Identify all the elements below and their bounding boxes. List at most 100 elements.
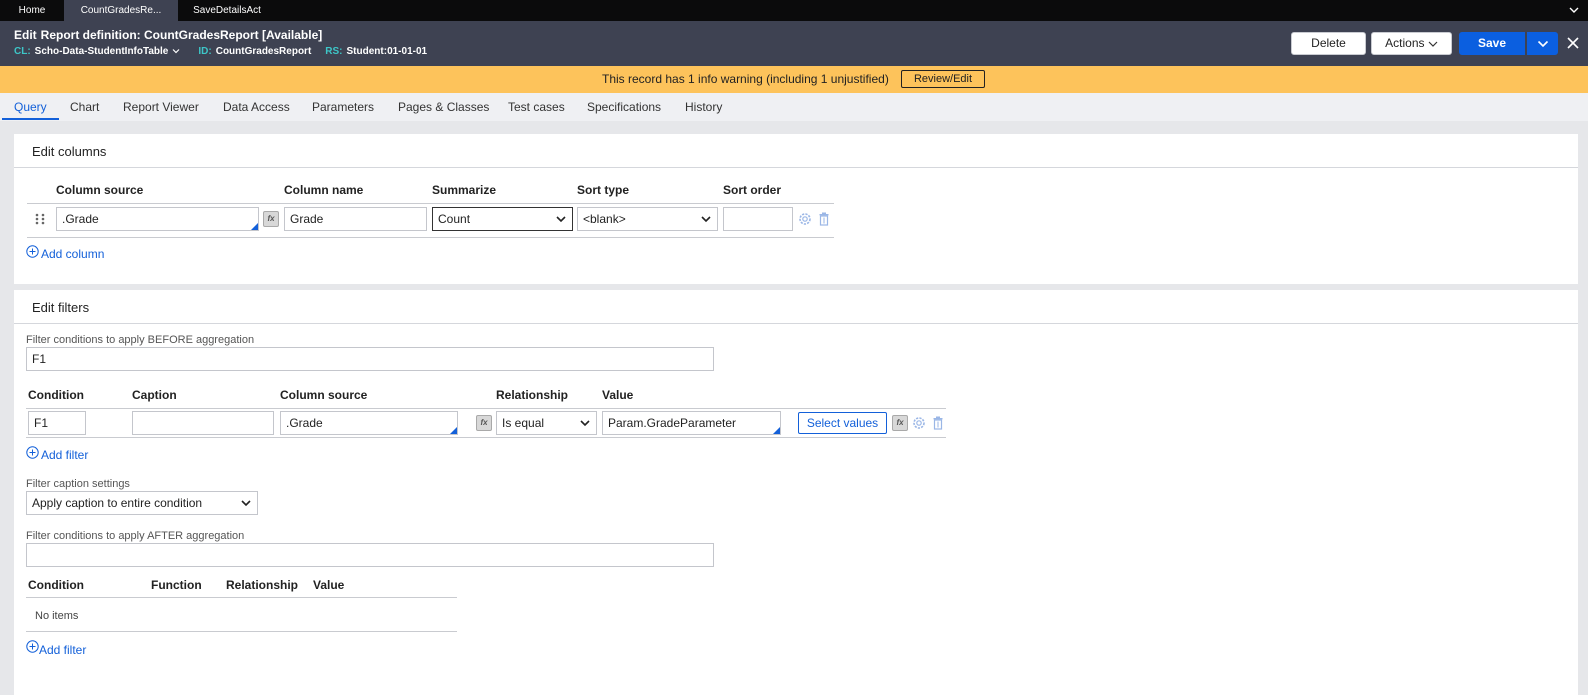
summarize-header: Summarize xyxy=(432,183,497,197)
after-function-header: Function xyxy=(151,578,202,592)
edit-columns-heading: Edit columns xyxy=(32,144,107,159)
sort-type-select[interactable]: <blank> xyxy=(577,207,718,231)
add-circle-icon[interactable] xyxy=(26,446,39,459)
chevron-down-icon xyxy=(241,500,251,507)
drag-handle-icon[interactable] xyxy=(34,212,46,226)
relationship-value: Is equal xyxy=(502,416,545,430)
warning-bar: This record has 1 info warning (includin… xyxy=(0,66,1588,93)
actions-button[interactable]: Actions xyxy=(1371,32,1452,55)
caption-input[interactable] xyxy=(132,411,274,435)
add-circle-icon[interactable] xyxy=(26,245,39,258)
tab-home[interactable]: Home xyxy=(8,0,56,21)
tab-query[interactable]: Query xyxy=(14,100,47,114)
sort-type-value: <blank> xyxy=(583,212,626,226)
filter-value: Param.GradeParameter xyxy=(608,416,737,430)
tab-report-viewer[interactable]: Report Viewer xyxy=(123,100,199,114)
caption-settings-label: Filter caption settings xyxy=(26,478,130,490)
divider xyxy=(14,323,1578,324)
edit-label: Edit xyxy=(14,28,37,42)
divider xyxy=(27,203,834,204)
filter-value-input[interactable]: Param.GradeParameter xyxy=(602,411,781,435)
save-button[interactable]: Save xyxy=(1459,32,1525,55)
after-condition-header: Condition xyxy=(28,578,84,592)
relationship-select[interactable]: Is equal xyxy=(496,411,597,435)
after-aggregation-input[interactable] xyxy=(26,543,714,567)
chevron-down-icon xyxy=(580,420,590,427)
summarize-value: Count xyxy=(438,212,471,226)
tab-pages-classes[interactable]: Pages & Classes xyxy=(398,100,489,114)
fx-icon[interactable]: fx xyxy=(476,415,492,431)
column-name-value: Grade xyxy=(290,212,324,226)
autocomplete-corner-icon xyxy=(450,427,457,434)
condition-header: Condition xyxy=(28,388,84,402)
edit-columns-panel: Edit columns Column source Column name S… xyxy=(14,134,1578,284)
divider xyxy=(26,437,946,438)
review-edit-button[interactable]: Review/Edit xyxy=(901,70,985,88)
autocomplete-corner-icon xyxy=(773,427,780,434)
column-source-header: Column source xyxy=(56,183,144,197)
trash-icon[interactable] xyxy=(930,415,946,431)
chevron-down-icon xyxy=(1428,41,1438,47)
active-tab-indicator xyxy=(2,118,59,120)
before-aggregation-input[interactable]: F1 xyxy=(26,347,714,371)
rule-form-tabs: Query Chart Report Viewer Data Access Pa… xyxy=(0,93,1588,121)
value-header: Value xyxy=(602,388,634,402)
edit-filters-heading: Edit filters xyxy=(32,300,90,315)
autocomplete-corner-icon xyxy=(251,223,258,230)
condition-value: F1 xyxy=(34,416,49,430)
add-circle-icon[interactable] xyxy=(26,640,39,653)
condition-input[interactable]: F1 xyxy=(28,411,86,435)
chevron-down-icon[interactable] xyxy=(172,47,180,55)
after-relationship-header: Relationship xyxy=(226,578,299,592)
tab-savedetailsact[interactable]: SaveDetailsAct xyxy=(186,0,268,21)
trash-icon[interactable] xyxy=(816,211,832,227)
sort-order-header: Sort order xyxy=(723,183,782,197)
delete-button[interactable]: Delete xyxy=(1291,32,1366,55)
gear-icon[interactable] xyxy=(797,211,813,227)
filter-column-source-input[interactable]: .Grade xyxy=(280,411,458,435)
divider xyxy=(14,167,1578,168)
close-icon[interactable] xyxy=(1566,36,1580,50)
select-values-button[interactable]: Select values xyxy=(798,412,887,434)
relationship-header: Relationship xyxy=(496,388,569,402)
after-aggregation-label: Filter conditions to apply AFTER aggrega… xyxy=(26,530,245,542)
id-key: ID: xyxy=(198,46,212,57)
tab-chart[interactable]: Chart xyxy=(70,100,99,114)
id-value: CountGradesReport xyxy=(215,46,312,57)
save-options-button[interactable] xyxy=(1527,32,1558,55)
add-column-link[interactable]: Add column xyxy=(41,247,104,261)
add-filter-link[interactable]: Add filter xyxy=(41,448,88,462)
column-source-value: .Grade xyxy=(62,212,99,226)
after-value-header: Value xyxy=(313,578,345,592)
cl-value[interactable]: Scho-Data-StudentInfoTable xyxy=(35,46,169,57)
divider xyxy=(27,237,834,238)
gear-icon[interactable] xyxy=(911,415,927,431)
rs-value: Student:01-01-01 xyxy=(346,46,428,57)
caption-header: Caption xyxy=(132,388,177,402)
rs-key: RS: xyxy=(325,46,343,57)
add-filter-link[interactable]: Add filter xyxy=(39,643,86,657)
tab-data-access[interactable]: Data Access xyxy=(223,100,290,114)
fx-icon[interactable]: fx xyxy=(263,211,279,227)
page-title: Edit Report definition: CountGradesReport… xyxy=(14,28,322,42)
sort-type-header: Sort type xyxy=(577,183,630,197)
edit-filters-panel: Edit filters Filter conditions to apply … xyxy=(14,290,1578,695)
chevron-down-icon[interactable] xyxy=(1568,3,1580,17)
column-name-input[interactable]: Grade xyxy=(284,207,427,231)
tab-specifications[interactable]: Specifications xyxy=(587,100,661,114)
summarize-select[interactable]: Count xyxy=(432,207,573,231)
column-source-input[interactable]: .Grade xyxy=(56,207,259,231)
caption-settings-select[interactable]: Apply caption to entire condition xyxy=(26,491,258,515)
divider xyxy=(26,408,946,409)
tab-parameters[interactable]: Parameters xyxy=(312,100,374,114)
rule-meta: CL: Scho-Data-StudentInfoTable ID: CountGra… xyxy=(14,46,441,57)
tab-history[interactable]: History xyxy=(685,100,722,114)
fx-icon[interactable]: fx xyxy=(892,415,908,431)
tab-test-cases[interactable]: Test cases xyxy=(508,100,565,114)
before-aggregation-label: Filter conditions to apply BEFORE aggreg… xyxy=(26,334,255,346)
sort-order-input[interactable] xyxy=(723,207,793,231)
portal-tab-strip: Home CountGradesRe... SaveDetailsAct xyxy=(0,0,1588,21)
no-items-text: No items xyxy=(35,610,79,622)
warning-message: This record has 1 info warning (includin… xyxy=(602,72,889,86)
tab-countgradesreport[interactable]: CountGradesRe... xyxy=(64,0,178,21)
